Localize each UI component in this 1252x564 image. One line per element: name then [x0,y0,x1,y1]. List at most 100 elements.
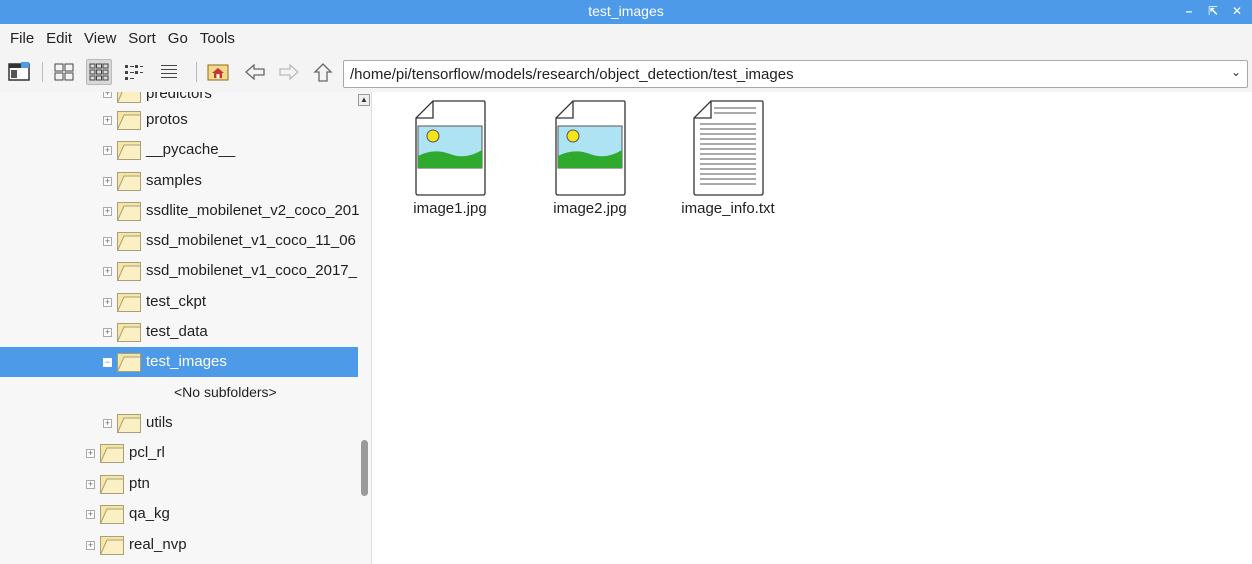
folder-icon [117,202,141,221]
folder-icon [117,323,141,342]
expand-icon[interactable]: + [103,237,112,246]
tree-item-label: qa_kg [129,505,170,522]
tree-item-label: test_images [146,353,227,370]
expand-icon[interactable]: + [103,267,112,276]
tree-item-label: ssdlite_mobilenet_v2_coco_201 [146,202,360,219]
tree-item-label: utils [146,414,173,431]
file-item[interactable]: image_info.txt [673,100,783,217]
tree-item-label: protos [146,111,188,128]
tree-item-utils[interactable]: + utils [0,408,358,438]
collapse-icon[interactable]: − [103,358,112,367]
list-view-icon [161,65,177,78]
file-item[interactable]: image1.jpg [395,100,505,217]
directory-tree[interactable]: ▲ + predictors + protos + __pycache__ + … [0,92,372,564]
tree-item-test-images[interactable]: − test_images [0,347,358,377]
icon-view-icon [54,63,74,81]
home-button[interactable] [205,59,231,85]
file-item[interactable]: image2.jpg [535,100,645,217]
expand-icon[interactable]: + [103,328,112,337]
tree-item-test-data[interactable]: + test_data [0,317,358,347]
scroll-up-button[interactable]: ▲ [358,94,370,106]
expand-icon[interactable]: + [103,146,112,155]
expand-icon[interactable]: + [103,177,112,186]
tree-item-ssd-mobilenet-2017[interactable]: + ssd_mobilenet_v1_coco_2017_ [0,256,358,286]
tree-item-label: samples [146,172,202,189]
new-window-icon [8,62,30,81]
tree-item-protos[interactable]: + protos [0,105,358,135]
thumbnail-view-button[interactable] [86,59,112,85]
folder-icon [100,475,124,494]
menu-file[interactable]: File [4,30,40,47]
tree-item-label: predictors [146,92,212,102]
close-button[interactable]: ✕ [1230,2,1244,20]
tree-item-samples[interactable]: + samples [0,166,358,196]
forward-button[interactable] [276,59,302,85]
tree-item-qa-kg[interactable]: + qa_kg [0,499,358,529]
tree-item-test-ckpt[interactable]: + test_ckpt [0,287,358,317]
toolbar-separator [42,62,43,82]
file-view[interactable]: image1.jpg image2.jpg image_info.txt [374,92,1252,564]
file-name: image2.jpg [553,200,627,217]
pane-resize-handle[interactable] [371,354,372,384]
menu-tools[interactable]: Tools [194,30,241,47]
minimize-button[interactable]: – [1182,2,1196,20]
compact-view-icon [125,65,143,80]
folder-icon [117,172,141,191]
compact-view-button[interactable] [121,59,147,85]
home-folder-icon [207,64,229,81]
tree-item-label: test_ckpt [146,293,207,310]
tree-item-label: pcl_rl [129,444,165,461]
chevron-down-icon[interactable]: ⌄ [1231,65,1241,79]
path-input[interactable] [344,61,1214,87]
tree-item-ssd-mobilenet-11[interactable]: + ssd_mobilenet_v1_coco_11_06 [0,226,358,256]
menu-go[interactable]: Go [162,30,194,47]
folder-icon [117,111,141,130]
expand-icon[interactable]: + [86,510,95,519]
thumbnail-view-icon [89,63,109,81]
tree-item-label: ssd_mobilenet_v1_coco_2017_ [146,262,357,279]
back-arrow-icon [245,63,265,81]
expand-icon[interactable]: + [103,298,112,307]
folder-icon [117,262,141,281]
text-file-icon [693,100,764,196]
tree-item-pycache[interactable]: + __pycache__ [0,135,358,165]
forward-arrow-icon [279,63,299,81]
expand-icon[interactable]: + [103,207,112,216]
window-title: test_images [588,3,664,19]
menu-sort[interactable]: Sort [122,30,162,47]
tree-item-pcl-rl[interactable]: + pcl_rl [0,438,358,468]
up-arrow-icon [313,63,333,82]
file-name: image1.jpg [413,200,487,217]
tree-item-label: __pycache__ [146,141,236,158]
detailed-list-view-button[interactable] [156,59,182,85]
expand-icon[interactable]: + [103,116,112,125]
location-bar[interactable]: ⌄ [343,60,1248,88]
up-button[interactable] [310,59,336,85]
folder-icon [100,444,124,463]
maximize-button[interactable]: ⇱ [1206,2,1220,20]
new-window-button[interactable] [6,59,32,85]
file-name: image_info.txt [681,200,775,217]
folder-open-icon [117,353,141,372]
tree-item-no-subfolders: <No subfolders> [0,378,358,408]
menu-view[interactable]: View [78,30,122,47]
menu-bar: File Edit View Sort Go Tools [0,24,1252,52]
folder-icon [100,505,124,524]
icon-view-button[interactable] [51,59,77,85]
folder-icon [117,293,141,312]
image-file-icon [555,100,626,196]
back-button[interactable] [242,59,268,85]
expand-icon[interactable]: + [86,541,95,550]
expand-icon[interactable]: + [103,419,112,428]
expand-icon[interactable]: + [86,480,95,489]
menu-edit[interactable]: Edit [40,30,78,47]
tree-item-ptn[interactable]: + ptn [0,469,358,499]
scrollbar-thumb[interactable] [361,440,368,496]
tree-item-real-nvp[interactable]: + real_nvp [0,530,358,560]
expand-icon[interactable]: + [103,92,112,98]
expand-icon[interactable]: + [86,449,95,458]
tree-item-label: ssd_mobilenet_v1_coco_11_06 [146,232,356,249]
tree-item-label: real_nvp [129,536,187,553]
folder-icon [100,536,124,555]
tree-item-ssdlite[interactable]: + ssdlite_mobilenet_v2_coco_201 [0,196,360,226]
